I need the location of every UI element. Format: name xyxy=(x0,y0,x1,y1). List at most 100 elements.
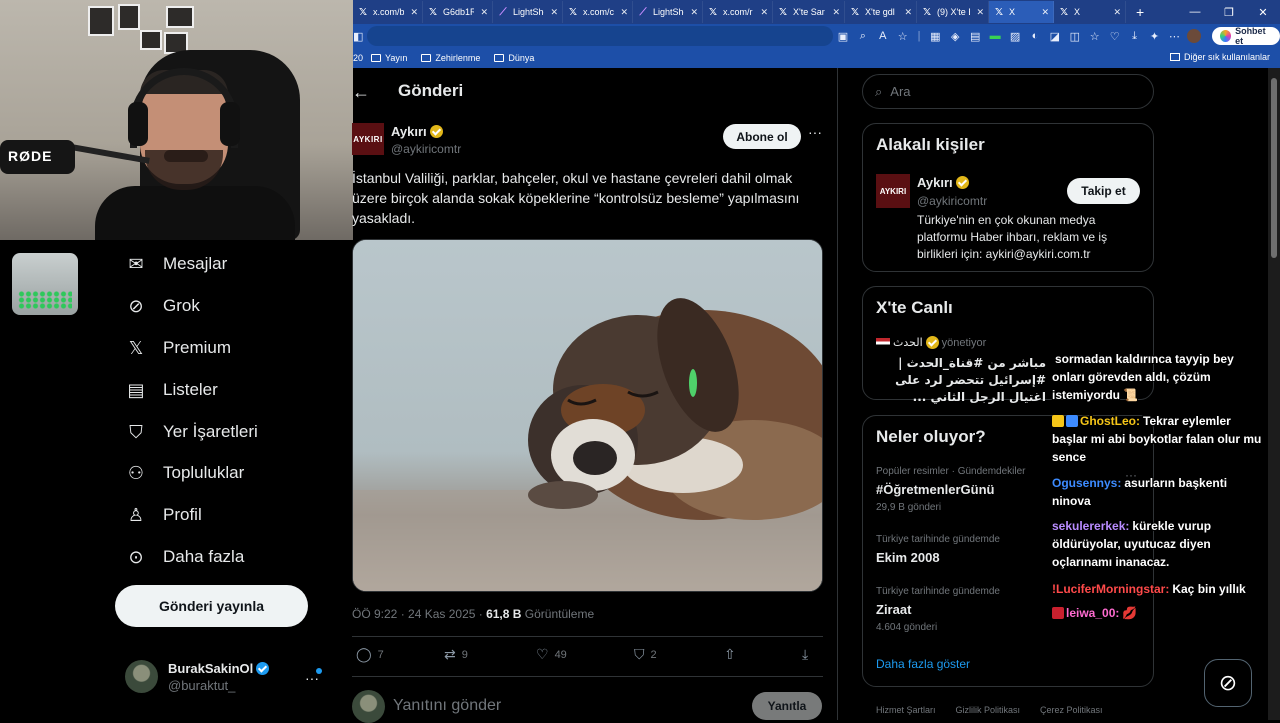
browser-tab[interactable]: 𝕏 G6db1Rs ✕ xyxy=(423,1,493,23)
browser-tab[interactable]: ⟋ LightSho ✕ xyxy=(633,1,703,23)
close-tab-icon[interactable]: ✕ xyxy=(550,7,558,18)
close-tab-icon[interactable]: ✕ xyxy=(976,7,984,18)
browser-tab[interactable]: 𝕏 (9) X'te E ✕ xyxy=(917,1,989,23)
extensions-puzzle-icon[interactable]: ✦ xyxy=(1145,30,1165,43)
extension-icon[interactable]: ▦ xyxy=(925,30,945,43)
download-action[interactable]: ⤓ xyxy=(802,646,814,663)
close-tab-icon[interactable]: ✕ xyxy=(1113,7,1121,18)
nav-item-listeler[interactable]: ▤ Listeler xyxy=(125,375,217,405)
page-scrollbar[interactable] xyxy=(1268,68,1280,720)
reply-button[interactable]: Yanıtla xyxy=(752,692,822,720)
follow-button[interactable]: Takip et xyxy=(1067,178,1140,204)
extension-icon[interactable]: ▨ xyxy=(1005,30,1025,43)
live-source[interactable]: الحدث yönetiyor xyxy=(876,336,986,349)
bookmark-folder[interactable]: Zehirlenme xyxy=(421,53,480,63)
grok-floating-button[interactable]: ⊘ xyxy=(1204,659,1252,707)
copilot-chat-button[interactable]: Sohbet et xyxy=(1212,26,1280,46)
extension-icon[interactable]: ▤ xyxy=(965,30,985,43)
nav-item-mesajlar[interactable]: ✉ Mesajlar xyxy=(125,249,227,279)
related-avatar[interactable]: AYKIRI xyxy=(876,174,910,208)
like-action[interactable]: ♡ 49 xyxy=(536,646,567,663)
read-aloud-icon[interactable]: A xyxy=(873,30,893,42)
extension-icon[interactable]: ◈ xyxy=(945,30,965,43)
close-tab-icon[interactable]: ✕ xyxy=(760,7,768,18)
terms-link[interactable]: Hizmet Şartları xyxy=(876,705,936,715)
browser-tab[interactable]: 𝕏 X'te Sar ✕ xyxy=(773,1,845,23)
trend-item[interactable]: Popüler resimler · Gündemdekiler #Öğretm… xyxy=(876,466,1026,513)
collections-icon[interactable]: ♡ xyxy=(1105,30,1125,43)
reply-action[interactable]: ◯ 7 xyxy=(356,646,384,663)
browser-tab[interactable]: 𝕏x.com/bi ✕ xyxy=(353,1,423,23)
extension-icon[interactable]: ▬ xyxy=(985,30,1005,42)
close-tab-icon[interactable]: ✕ xyxy=(904,7,912,18)
post-image[interactable] xyxy=(352,239,823,592)
repost-action[interactable]: ⇄ 9 xyxy=(444,646,468,663)
related-handle[interactable]: @aykiricomtr xyxy=(917,194,987,208)
post-more-icon[interactable]: ··· xyxy=(808,124,822,140)
author-handle[interactable]: @aykiricomtr xyxy=(391,142,461,156)
downloads-icon[interactable]: ⤓ xyxy=(1125,30,1145,43)
live-title[interactable]: مباشر من #قناة_الحدث | #إسرائيل تتحضر لر… xyxy=(876,355,1046,406)
split-screen-icon[interactable]: ◫ xyxy=(1065,30,1085,43)
search-input[interactable]: ⌕ Ara xyxy=(862,74,1154,109)
post-button[interactable]: Gönderi yayınla xyxy=(115,585,308,627)
card-title: X'te Canlı xyxy=(876,298,953,317)
favorites-icon[interactable]: ☆ xyxy=(1085,30,1105,43)
close-window-button[interactable]: ✕ xyxy=(1246,6,1280,19)
share-action[interactable]: ⇧ xyxy=(724,646,742,663)
browser-tab[interactable]: ⟋ LightSho ✕ xyxy=(493,1,563,23)
browser-tab[interactable]: 𝕏 X ✕ xyxy=(1054,1,1126,23)
bookmark-truncated[interactable]: 20 xyxy=(353,53,363,63)
post-text: İstanbul Valiliği, parklar, bahçeler, ok… xyxy=(352,170,800,226)
new-tab-button[interactable]: + xyxy=(1136,4,1144,20)
account-switcher[interactable]: BurakSakinOl @buraktut_ xyxy=(125,660,270,693)
profile-avatar[interactable] xyxy=(1184,29,1204,43)
trend-item[interactable]: Türkiye tarihinde gündemde Ziraat 4.604 … xyxy=(876,586,1000,633)
close-tab-icon[interactable]: ✕ xyxy=(832,7,840,18)
scrollbar-thumb[interactable] xyxy=(1271,78,1277,258)
nav-item-grok[interactable]: ⊘ Grok xyxy=(125,291,199,321)
close-tab-icon[interactable]: ✕ xyxy=(410,7,418,18)
extension-icon[interactable]: ◐ xyxy=(1025,30,1045,42)
nav-item-yer-i-aretleri[interactable]: ⛉ Yer İşaretleri xyxy=(125,417,258,447)
close-tab-icon[interactable]: ✕ xyxy=(690,7,698,18)
close-tab-icon[interactable]: ✕ xyxy=(480,7,488,18)
zoom-icon[interactable]: ⌕ xyxy=(853,30,873,43)
browser-tab[interactable]: 𝕏x.com/c ✕ xyxy=(563,1,633,23)
trend-item[interactable]: Türkiye tarihinde gündemde Ekim 2008 xyxy=(876,534,1000,565)
browser-tab[interactable]: 𝕏x.com/r ✕ xyxy=(703,1,773,23)
cookie-link[interactable]: Çerez Politikası xyxy=(1040,705,1103,715)
nav-item-daha-fazla[interactable]: ⊙ Daha fazla xyxy=(125,542,244,572)
nav-item-topluluklar[interactable]: ⚇ Topluluklar xyxy=(125,458,244,488)
post-timestamp[interactable]: ÖÖ 9:22 · 24 Kas 2025 · xyxy=(352,607,486,621)
subscribe-button[interactable]: Abone ol xyxy=(723,124,801,149)
author-avatar[interactable]: AYKIRI xyxy=(352,123,384,155)
extension-icon[interactable]: ◪ xyxy=(1045,30,1065,43)
other-bookmarks[interactable]: Diğer sık kullanılanlar xyxy=(1169,52,1270,62)
url-field[interactable] xyxy=(367,26,833,46)
minimize-button[interactable]: — xyxy=(1178,6,1212,18)
related-name[interactable]: Aykırı xyxy=(917,175,953,190)
more-menu-icon[interactable]: ⋯ xyxy=(1164,30,1184,43)
tab-label: x.com/r xyxy=(723,7,753,17)
reply-input[interactable]: Yanıtını gönder xyxy=(393,697,501,715)
favorite-star-icon[interactable]: ☆ xyxy=(893,30,913,43)
bookmark-action[interactable]: ⛉ 2 xyxy=(634,646,657,663)
author-name[interactable]: Aykırı xyxy=(391,124,427,139)
account-name: BurakSakinOl xyxy=(168,660,254,676)
close-tab-icon[interactable]: ✕ xyxy=(1041,7,1049,18)
maximize-button[interactable]: ❐ xyxy=(1212,6,1246,19)
browser-tab[interactable]: 𝕏 X'te gdl ✕ xyxy=(845,1,917,23)
reply-icon: ◯ xyxy=(356,646,372,662)
back-arrow-icon[interactable]: ← xyxy=(352,82,370,103)
privacy-link[interactable]: Gizlilik Politikası xyxy=(956,705,1021,715)
show-more-link[interactable]: Daha fazla göster xyxy=(876,657,970,671)
nav-item-premium[interactable]: 𝕏 Premium xyxy=(125,333,231,363)
close-tab-icon[interactable]: ✕ xyxy=(620,7,628,18)
bookmark-folder[interactable]: Yayın xyxy=(371,53,407,63)
bookmark-folder[interactable]: Dünya xyxy=(494,53,534,63)
nav-item-profil[interactable]: ♙ Profil xyxy=(125,500,202,530)
tab-actions-icon[interactable]: ◧ xyxy=(353,30,363,43)
browser-tab[interactable]: 𝕏 X ✕ xyxy=(989,1,1054,23)
screen-icon[interactable]: ▣ xyxy=(833,30,853,43)
